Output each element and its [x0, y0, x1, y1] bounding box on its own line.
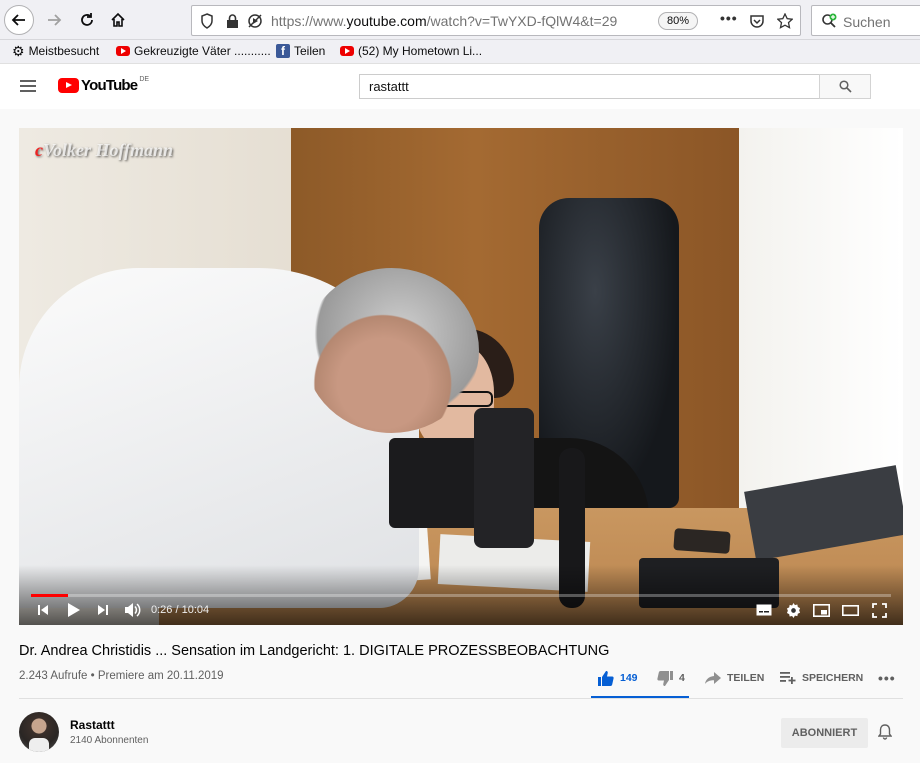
video-title: Dr. Andrea Christidis ... Sensation im L… [19, 643, 610, 659]
channel-name[interactable]: Rastattt [70, 718, 115, 732]
video-watermark: cVolker Hoffmann [35, 140, 174, 160]
notification-bell[interactable] [877, 724, 893, 745]
gear-icon [786, 602, 800, 618]
home-icon [111, 12, 125, 27]
progress-fill [31, 594, 68, 597]
next-button[interactable] [95, 601, 111, 619]
bookmark-meistbesucht[interactable]: ⚙ Meistbesucht [12, 44, 99, 58]
current-time: 0:26 [151, 604, 173, 616]
time-display: 0:26 / 10:04 [151, 604, 210, 616]
save-button[interactable]: SPEICHERN [780, 669, 863, 687]
video-player[interactable]: cVolker Hoffmann 0:26 / 10:04 [19, 128, 903, 625]
playlist-add-icon [780, 672, 796, 684]
star-icon[interactable] [777, 13, 793, 29]
youtube-icon [340, 46, 354, 56]
bookmarks-bar: ⚙ Meistbesucht Gekreuzigte Väter .......… [0, 40, 920, 64]
back-button[interactable] [4, 5, 34, 35]
search-input[interactable]: rastattt [359, 74, 820, 99]
play-icon [67, 603, 80, 617]
browser-toolbar: https://www.youtube.com/watch?v=TwYXD-fQ… [0, 0, 920, 40]
subscribe-button[interactable]: ABONNIERT [781, 718, 868, 748]
pocket-icon[interactable] [749, 13, 765, 29]
miniplayer-icon [812, 603, 830, 617]
like-button[interactable]: 149 [598, 669, 638, 687]
fullscreen-button[interactable] [870, 601, 888, 619]
play-button[interactable] [65, 601, 81, 619]
share-button[interactable]: TEILEN [705, 669, 764, 687]
dislike-button[interactable]: 4 [657, 669, 685, 687]
logo-text: YouTube [81, 77, 138, 94]
view-count: 2.243 Aufrufe [19, 670, 88, 682]
volume-button[interactable] [122, 601, 142, 619]
youtube-play-icon [58, 78, 79, 93]
bookmark-my-hometown[interactable]: (52) My Hometown Li... [340, 44, 482, 58]
reload-button[interactable] [72, 5, 102, 35]
channel-avatar[interactable] [19, 712, 59, 752]
gear-icon: ⚙ [12, 43, 25, 59]
subscriber-count: 2140 Abonnenten [70, 735, 149, 746]
facebook-icon: f [276, 44, 290, 58]
forward-button[interactable] [39, 5, 69, 35]
volume-icon [124, 603, 140, 617]
autoplay-blocked-icon[interactable] [246, 13, 264, 29]
more-actions-icon[interactable]: ••• [878, 669, 896, 687]
bookmark-teilen[interactable]: f Teilen [276, 44, 325, 58]
arrow-left-icon [11, 14, 25, 26]
bell-icon [877, 724, 893, 740]
home-button[interactable] [103, 5, 133, 35]
bookmark-label: Meistbesucht [28, 44, 100, 58]
previous-button[interactable] [35, 601, 51, 619]
browser-search-bar[interactable]: Suchen [811, 5, 920, 36]
zoom-indicator[interactable]: 80% [658, 12, 698, 30]
skip-previous-icon [38, 605, 48, 615]
browser-search-placeholder: Suchen [843, 14, 891, 30]
logo-region: DE [139, 76, 150, 83]
search-engine-icon [822, 13, 837, 28]
subtitles-icon [756, 604, 772, 616]
bookmark-label: (52) My Hometown Li... [358, 44, 483, 58]
miniplayer-button[interactable] [812, 601, 830, 619]
thumbs-down-icon [657, 670, 673, 686]
share-label: TEILEN [727, 672, 765, 684]
bookmark-label: Gekreuzigte Väter ........... [134, 44, 271, 58]
thumbs-up-icon [598, 670, 614, 686]
url-text[interactable]: https://www.youtube.com/watch?v=TwYXD-fQ… [271, 13, 617, 29]
youtube-icon [116, 46, 130, 56]
menu-icon[interactable] [20, 80, 36, 92]
address-bar[interactable]: https://www.youtube.com/watch?v=TwYXD-fQ… [191, 5, 801, 36]
youtube-header: YouTube DE rastattt [0, 64, 920, 109]
progress-bar[interactable] [31, 594, 891, 597]
search-icon [838, 80, 852, 93]
fullscreen-icon [871, 602, 887, 618]
share-icon [705, 672, 721, 684]
lock-icon[interactable] [226, 13, 239, 29]
skip-next-icon [98, 605, 108, 615]
arrow-right-icon [48, 14, 62, 26]
youtube-logo[interactable]: YouTube DE [58, 76, 150, 94]
settings-button[interactable] [784, 601, 802, 619]
page-actions-icon[interactable]: ••• [720, 10, 738, 26]
duration: 10:04 [181, 604, 210, 616]
theater-mode-icon [841, 604, 859, 616]
premiere-date: Premiere am 20.11.2019 [97, 670, 224, 682]
divider [19, 698, 903, 699]
search-button[interactable] [819, 74, 871, 99]
reload-icon [81, 13, 93, 26]
bookmark-label: Teilen [294, 44, 326, 58]
dislike-count: 4 [679, 672, 685, 684]
save-label: SPEICHERN [802, 672, 864, 684]
shield-icon[interactable] [200, 13, 214, 29]
theater-mode-button[interactable] [841, 601, 859, 619]
like-count: 149 [620, 672, 638, 684]
bookmark-gekreuzigte-vaeter[interactable]: Gekreuzigte Väter ........... [116, 44, 271, 58]
subtitles-button[interactable] [755, 601, 773, 619]
video-meta: 2.243 Aufrufe • Premiere am 20.11.2019 [19, 670, 224, 682]
